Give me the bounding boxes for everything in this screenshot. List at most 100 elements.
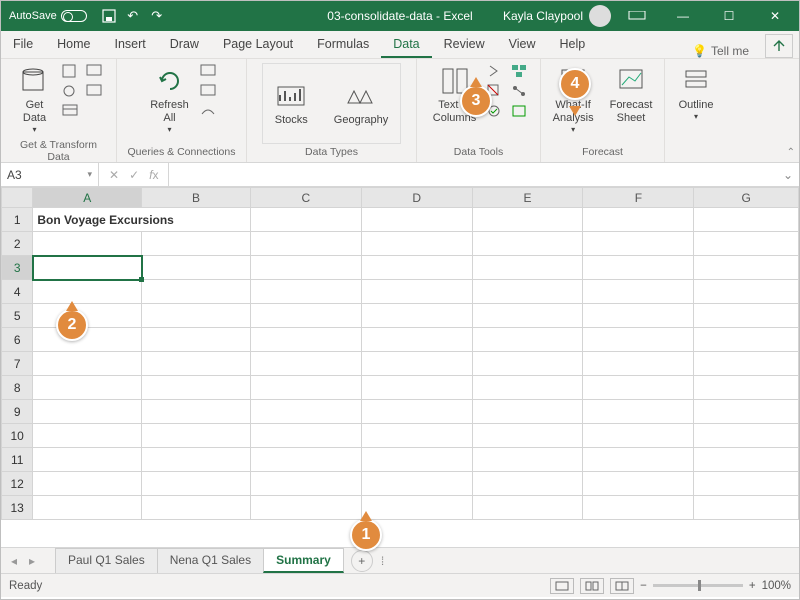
cell-D2[interactable] <box>361 232 472 256</box>
cell-D10[interactable] <box>361 424 472 448</box>
cell-D12[interactable] <box>361 472 472 496</box>
cell-D13[interactable] <box>361 496 472 520</box>
outline-button[interactable]: Outline ▾ <box>673 63 720 124</box>
cell-C11[interactable] <box>250 448 361 472</box>
consolidate-icon[interactable] <box>510 63 530 79</box>
cell-C5[interactable] <box>250 304 361 328</box>
cell-F2[interactable] <box>583 232 694 256</box>
cell-G3[interactable] <box>694 256 799 280</box>
cell-B2[interactable] <box>142 232 251 256</box>
stocks-button[interactable]: Stocks <box>269 78 314 129</box>
refresh-all-button[interactable]: Refresh All ▾ <box>144 63 195 137</box>
cell-G10[interactable] <box>694 424 799 448</box>
from-table-icon[interactable] <box>61 103 81 119</box>
zoom-in-icon[interactable]: + <box>749 580 756 592</box>
cell-A10[interactable] <box>33 424 142 448</box>
autosave-toggle[interactable]: AutoSave <box>9 10 87 22</box>
cell-G4[interactable] <box>694 280 799 304</box>
zoom-slider[interactable] <box>653 584 743 587</box>
sheet-nav-prev-icon[interactable]: ◂ <box>5 554 23 568</box>
tab-help[interactable]: Help <box>548 31 598 58</box>
cell-E12[interactable] <box>472 472 583 496</box>
existing-conn-icon[interactable] <box>85 83 105 99</box>
cell-E9[interactable] <box>472 400 583 424</box>
cell-G8[interactable] <box>694 376 799 400</box>
data-validation-icon[interactable] <box>486 103 506 119</box>
recent-sources-icon[interactable] <box>85 63 105 79</box>
cell-A9[interactable] <box>33 400 142 424</box>
relationships-icon[interactable] <box>510 83 530 99</box>
cell-E1[interactable] <box>472 208 583 232</box>
cell-G7[interactable] <box>694 352 799 376</box>
cell-F7[interactable] <box>583 352 694 376</box>
cell-A5[interactable] <box>33 304 142 328</box>
cell-D3[interactable] <box>361 256 472 280</box>
cell-C6[interactable] <box>250 328 361 352</box>
cell-F13[interactable] <box>583 496 694 520</box>
row-header-2[interactable]: 2 <box>2 232 33 256</box>
save-icon[interactable] <box>101 8 117 24</box>
cell-F6[interactable] <box>583 328 694 352</box>
cell-C2[interactable] <box>250 232 361 256</box>
cell-A1[interactable]: Bon Voyage Excursions <box>33 208 251 232</box>
collapse-ribbon-icon[interactable]: ⌃ <box>787 147 795 158</box>
page-break-view-icon[interactable] <box>610 578 634 594</box>
col-header-E[interactable]: E <box>472 188 583 208</box>
sheet-tab-summary[interactable]: Summary <box>263 548 344 573</box>
user-name[interactable]: Kayla Claypool <box>503 9 583 23</box>
row-header-10[interactable]: 10 <box>2 424 33 448</box>
cell-A11[interactable] <box>33 448 142 472</box>
from-text-icon[interactable] <box>61 63 81 79</box>
sheet-tab-paul-q1-sales[interactable]: Paul Q1 Sales <box>55 548 158 573</box>
cell-B11[interactable] <box>142 448 251 472</box>
cell-F10[interactable] <box>583 424 694 448</box>
geography-button[interactable]: Geography <box>328 78 394 129</box>
cell-B8[interactable] <box>142 376 251 400</box>
cell-C7[interactable] <box>250 352 361 376</box>
cell-C12[interactable] <box>250 472 361 496</box>
row-header-6[interactable]: 6 <box>2 328 33 352</box>
tab-formulas[interactable]: Formulas <box>305 31 381 58</box>
cell-A8[interactable] <box>33 376 142 400</box>
cell-E2[interactable] <box>472 232 583 256</box>
tab-review[interactable]: Review <box>432 31 497 58</box>
zoom-out-icon[interactable]: − <box>640 580 647 592</box>
cell-F11[interactable] <box>583 448 694 472</box>
forecast-sheet-button[interactable]: Forecast Sheet <box>604 63 659 127</box>
tab-view[interactable]: View <box>497 31 548 58</box>
from-web-icon[interactable] <box>61 83 81 99</box>
cell-D5[interactable] <box>361 304 472 328</box>
cell-D11[interactable] <box>361 448 472 472</box>
cell-E11[interactable] <box>472 448 583 472</box>
queries-icon[interactable] <box>199 63 219 79</box>
normal-view-icon[interactable] <box>550 578 574 594</box>
row-header-3[interactable]: 3 <box>2 256 33 280</box>
maximize-icon[interactable]: ☐ <box>709 1 749 31</box>
sheet-tab-nena-q1-sales[interactable]: Nena Q1 Sales <box>157 548 264 573</box>
page-layout-view-icon[interactable] <box>580 578 604 594</box>
cell-D8[interactable] <box>361 376 472 400</box>
minimize-icon[interactable]: — <box>663 1 703 31</box>
cell-A2[interactable] <box>33 232 142 256</box>
name-box[interactable]: A3 ▾ <box>1 163 99 186</box>
cell-D1[interactable] <box>361 208 472 232</box>
row-header-13[interactable]: 13 <box>2 496 33 520</box>
cell-C13[interactable] <box>250 496 361 520</box>
remove-dup-icon[interactable] <box>486 83 506 99</box>
cell-F1[interactable] <box>583 208 694 232</box>
col-header-G[interactable]: G <box>694 188 799 208</box>
cell-G12[interactable] <box>694 472 799 496</box>
col-header-A[interactable]: A <box>33 188 142 208</box>
cell-C4[interactable] <box>250 280 361 304</box>
cell-B7[interactable] <box>142 352 251 376</box>
cell-F3[interactable] <box>583 256 694 280</box>
cell-B3[interactable] <box>142 256 251 280</box>
cell-G2[interactable] <box>694 232 799 256</box>
cell-F12[interactable] <box>583 472 694 496</box>
row-header-5[interactable]: 5 <box>2 304 33 328</box>
row-header-9[interactable]: 9 <box>2 400 33 424</box>
cell-B4[interactable] <box>142 280 251 304</box>
tell-me-search[interactable]: 💡 Tell me <box>682 44 759 58</box>
cell-F4[interactable] <box>583 280 694 304</box>
cell-C3[interactable] <box>250 256 361 280</box>
